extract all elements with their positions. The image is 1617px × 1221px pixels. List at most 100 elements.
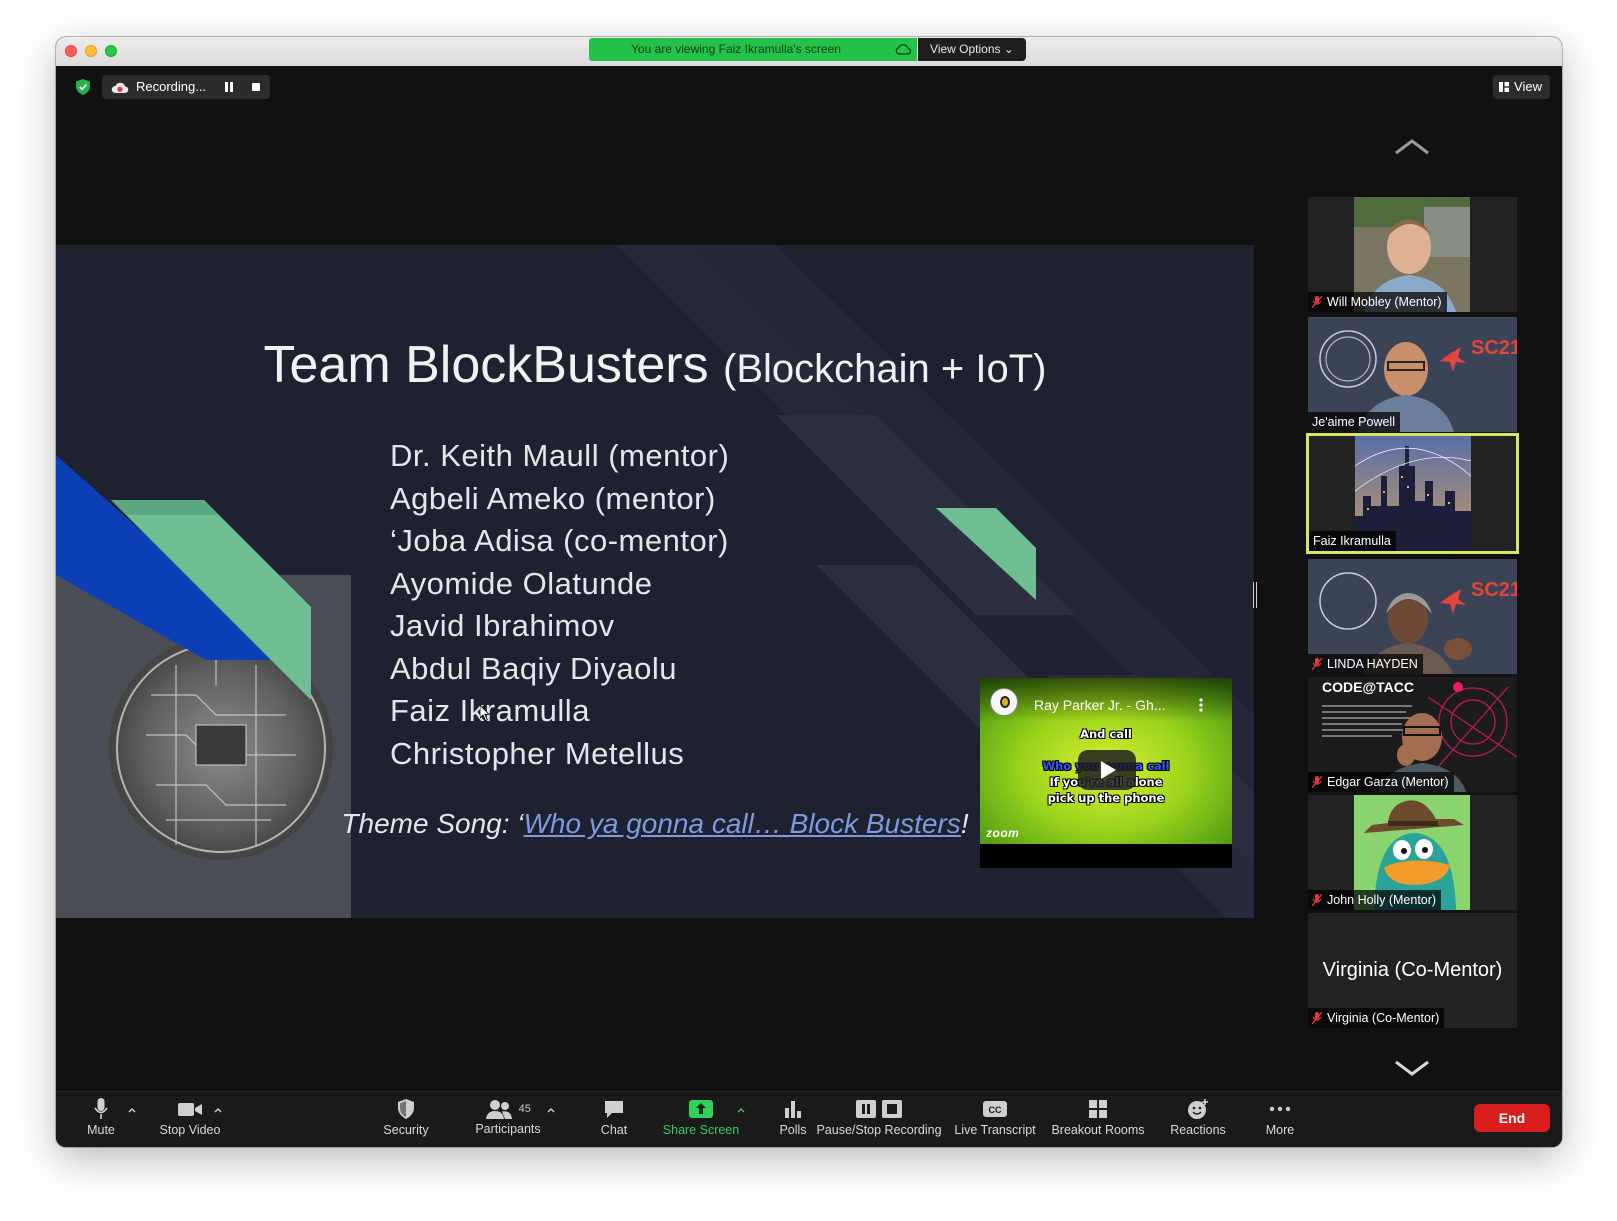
more-dots-icon bbox=[1269, 1106, 1291, 1112]
cloud-recording-icon bbox=[111, 82, 129, 93]
mic-muted-icon bbox=[1312, 776, 1322, 788]
live-transcript-label: Live Transcript bbox=[954, 1123, 1036, 1137]
pause-stop-icon bbox=[856, 1100, 902, 1118]
embedded-video[interactable]: Ray Parker Jr. - Gh... And call Who you … bbox=[980, 678, 1232, 868]
fullscreen-window-button[interactable] bbox=[105, 45, 117, 57]
share-screen-label: Share Screen bbox=[662, 1123, 740, 1137]
chevron-down-icon[interactable] bbox=[1394, 1059, 1430, 1077]
participant-name-tag: Je'aime Powell bbox=[1308, 412, 1400, 432]
list-item: Dr. Keith Maull (mentor) bbox=[390, 438, 730, 473]
participant-name: LINDA HAYDEN bbox=[1327, 657, 1418, 671]
view-layout-button[interactable]: View bbox=[1493, 75, 1550, 99]
participant-tile[interactable]: SC21 LINDA HAYDEN bbox=[1308, 559, 1517, 674]
live-transcript-button[interactable]: CC Live Transcript bbox=[935, 1098, 1055, 1137]
security-label: Security bbox=[383, 1123, 429, 1137]
zoom-window: You are viewing Faiz Ikramulla's screen … bbox=[56, 37, 1562, 1147]
microphone-icon bbox=[94, 1098, 108, 1119]
pause-stop-recording-button[interactable]: Pause/Stop Recording bbox=[811, 1098, 947, 1137]
polls-label: Polls bbox=[779, 1123, 807, 1137]
layout-grid-icon bbox=[1499, 82, 1510, 92]
panel-resize-handle[interactable] bbox=[1252, 582, 1258, 608]
view-options-button[interactable]: View Options ⌄ bbox=[918, 38, 1026, 61]
shield-icon bbox=[398, 1099, 414, 1119]
stop-video-button[interactable]: Stop Video bbox=[135, 1098, 245, 1137]
list-item: Javid Ibrahimov bbox=[390, 608, 615, 643]
mouse-cursor-icon bbox=[480, 705, 490, 721]
play-button-icon[interactable] bbox=[1078, 750, 1136, 790]
code-tacc-logo: CODE@TACC bbox=[1322, 679, 1414, 695]
lyric-line: pick up the phone bbox=[1047, 791, 1165, 805]
security-button[interactable]: Security bbox=[356, 1098, 456, 1137]
end-meeting-button[interactable]: End bbox=[1474, 1104, 1550, 1132]
participant-tile[interactable]: Will Mobley (Mentor) bbox=[1308, 197, 1517, 312]
chat-bubble-icon bbox=[605, 1101, 623, 1118]
participants-button[interactable]: 45 Participants bbox=[454, 1098, 562, 1136]
caret-up-icon[interactable] bbox=[213, 1106, 223, 1114]
chevron-down-icon: ⌄ bbox=[1003, 42, 1014, 56]
mic-muted-icon bbox=[1312, 1012, 1322, 1024]
mic-muted-icon bbox=[1312, 894, 1322, 906]
pause-stop-recording-label: Pause/Stop Recording bbox=[816, 1123, 942, 1137]
stop-recording-icon[interactable] bbox=[248, 79, 264, 95]
breakout-rooms-button[interactable]: Breakout Rooms bbox=[1038, 1098, 1158, 1137]
participant-name: Will Mobley (Mentor) bbox=[1327, 295, 1442, 309]
slide-title-subtitle: (Blockchain + IoT) bbox=[723, 347, 1047, 391]
slide-title: Team BlockBusters (Blockchain + IoT) bbox=[56, 335, 1254, 395]
cc-badge-text: CC bbox=[989, 1105, 1002, 1115]
theme-song-link[interactable]: Who ya gonna call… Block Busters bbox=[524, 808, 961, 839]
participant-name: Je'aime Powell bbox=[1312, 415, 1395, 429]
view-button-label: View bbox=[1514, 79, 1542, 94]
slide-title-main: Team BlockBusters bbox=[263, 336, 709, 394]
meeting-toolbar: Mute Stop Video Security 45 Participants… bbox=[56, 1091, 1562, 1147]
list-item: ‘Joba Adisa (co-mentor) bbox=[390, 523, 729, 558]
video-frame: Ray Parker Jr. - Gh... And call Who you … bbox=[980, 678, 1232, 844]
breakout-rooms-label: Breakout Rooms bbox=[1051, 1123, 1145, 1137]
chat-label: Chat bbox=[600, 1123, 628, 1137]
participant-name-tag: Will Mobley (Mentor) bbox=[1308, 292, 1447, 312]
sc21-logo: SC21 bbox=[1471, 337, 1517, 359]
participant-tile[interactable]: SC21 Je'aime Powell bbox=[1308, 317, 1517, 432]
meeting-area: Recording... View Team BlockBusters (Blo… bbox=[56, 66, 1562, 1147]
caret-up-icon[interactable] bbox=[546, 1106, 556, 1114]
mute-label: Mute bbox=[87, 1123, 115, 1137]
list-item: Abdul Baqiy Diyaolu bbox=[390, 650, 677, 686]
recording-indicator: Recording... bbox=[102, 75, 270, 99]
kebab-menu-icon[interactable] bbox=[1199, 698, 1203, 712]
close-window-button[interactable] bbox=[65, 45, 77, 57]
screen-share-banner: You are viewing Faiz Ikramulla's screen bbox=[589, 38, 917, 61]
pause-recording-icon[interactable] bbox=[221, 79, 237, 95]
bar-chart-icon bbox=[785, 1101, 801, 1118]
video-title[interactable]: Ray Parker Jr. - Gh... bbox=[1034, 697, 1165, 713]
participant-tile[interactable]: John Holly (Mentor) bbox=[1308, 795, 1517, 910]
team-member-list: Dr. Keith Maull (mentor) Agbeli Ameko (m… bbox=[390, 435, 729, 775]
participant-name: Edgar Garza (Mentor) bbox=[1327, 775, 1449, 789]
video-camera-icon bbox=[178, 1103, 202, 1116]
participant-tile-active-speaker[interactable]: Faiz Ikramulla bbox=[1306, 433, 1519, 554]
participant-name-tag: John Holly (Mentor) bbox=[1308, 890, 1442, 910]
participant-tile[interactable]: CODE@TACC Edgar Garza (Mentor) bbox=[1308, 677, 1517, 792]
breakout-rooms-icon bbox=[1089, 1100, 1107, 1118]
participant-display-name: Virginia (Co-Mentor) bbox=[1322, 959, 1503, 981]
zoom-watermark: zoom bbox=[986, 826, 1020, 840]
closed-caption-icon: CC bbox=[983, 1101, 1007, 1117]
more-button[interactable]: More bbox=[1230, 1098, 1330, 1137]
mic-muted-icon bbox=[1312, 296, 1322, 308]
participant-name: John Holly (Mentor) bbox=[1327, 893, 1437, 907]
recording-label: Recording... bbox=[136, 79, 207, 94]
theme-song-suffix: ! bbox=[960, 808, 969, 839]
chevron-up-icon[interactable] bbox=[1394, 138, 1430, 156]
minimize-window-button[interactable] bbox=[85, 45, 97, 57]
theme-song-prefix: Theme Song: ‘ bbox=[341, 808, 524, 839]
participant-count-badge: 45 bbox=[518, 1103, 531, 1115]
title-bar: You are viewing Faiz Ikramulla's screen … bbox=[56, 37, 1562, 67]
smiley-icon bbox=[1188, 1099, 1208, 1119]
participant-tile[interactable]: Virginia (Co-Mentor) Virginia (Co-Mentor… bbox=[1308, 913, 1517, 1028]
security-shield-icon[interactable] bbox=[76, 79, 90, 95]
participant-name-tag: Virginia (Co-Mentor) bbox=[1308, 1008, 1445, 1028]
list-item: Ayomide Olatunde bbox=[390, 565, 653, 601]
participant-name: Virginia (Co-Mentor) bbox=[1327, 1011, 1440, 1025]
participants-label: Participants bbox=[475, 1122, 541, 1136]
participant-name-tag: Edgar Garza (Mentor) bbox=[1308, 772, 1454, 792]
participant-name-tag: LINDA HAYDEN bbox=[1308, 654, 1423, 674]
channel-avatar[interactable] bbox=[990, 688, 1018, 716]
